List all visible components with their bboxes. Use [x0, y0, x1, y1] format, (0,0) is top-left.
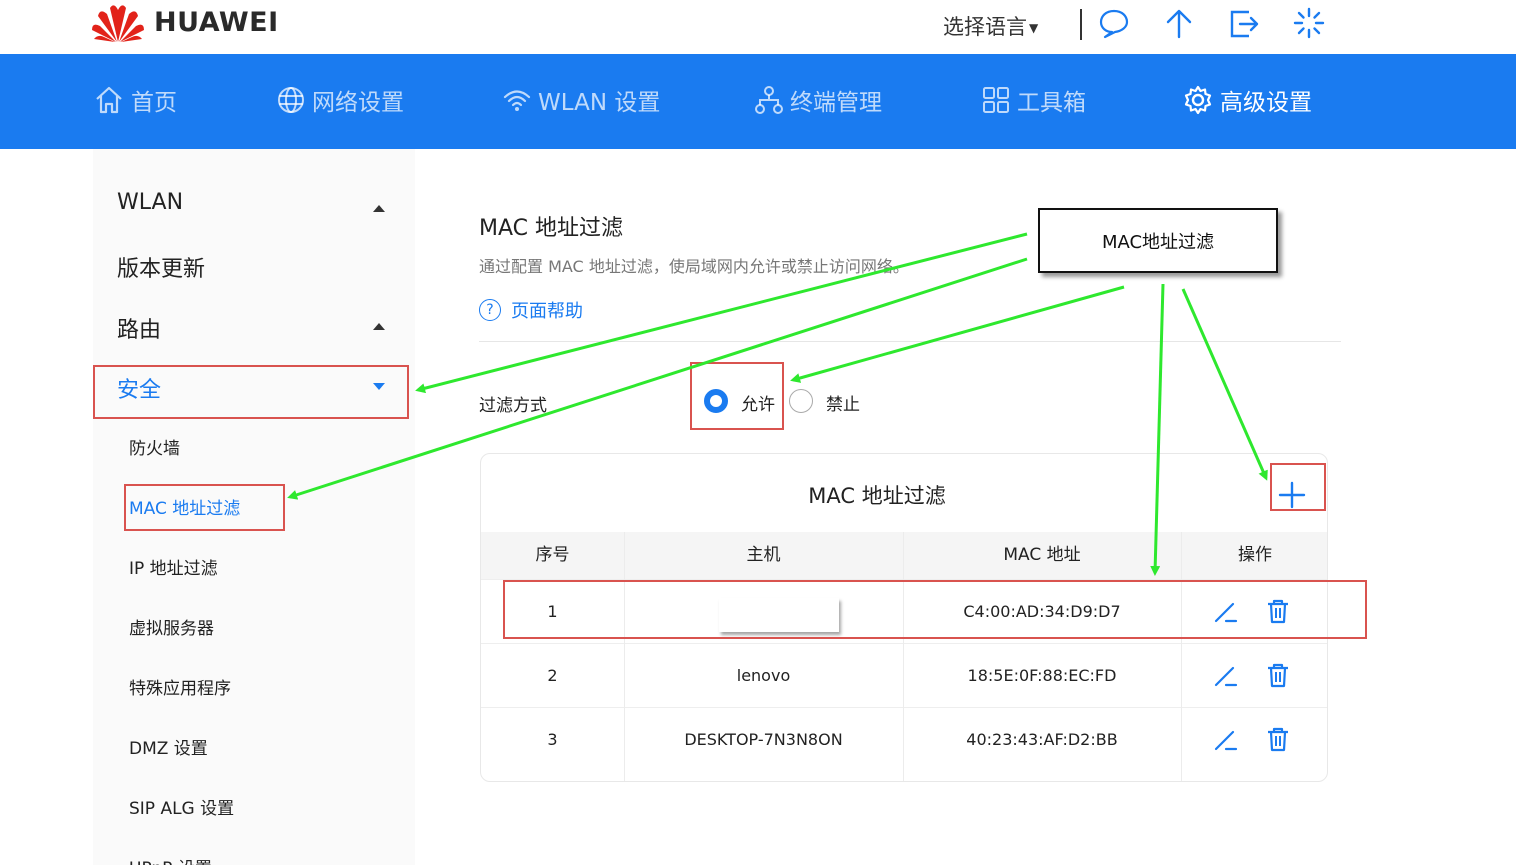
nav-item-network[interactable]: 网络设置	[276, 82, 404, 118]
column-divider	[903, 532, 904, 781]
row-host: DESKTOP-7N3N8ON	[684, 730, 843, 749]
sidebar-sub-dmz[interactable]: DMZ 设置	[129, 734, 208, 759]
row-index: 3	[547, 730, 558, 749]
highlight-mac-filter	[124, 484, 285, 531]
sidebar-sub-ip-filter[interactable]: IP 地址过滤	[129, 554, 218, 579]
column-divider	[1181, 532, 1182, 781]
callout-text: MAC地址过滤	[1101, 231, 1215, 253]
column-header: 主机	[746, 545, 781, 565]
table-header: 序号 主机 MAC 地址 操作	[481, 532, 1327, 579]
column-header: 操作	[1238, 545, 1272, 565]
language-select[interactable]: 选择语言 ▼	[943, 11, 1038, 41]
nav-label: WLAN 设置	[538, 90, 661, 116]
header-divider	[1080, 9, 1082, 40]
logout-icon[interactable]	[1227, 6, 1261, 40]
top-bar: HUAWEI 选择语言 ▼	[0, 0, 1516, 54]
wifi-icon	[503, 90, 531, 111]
help-label: 页面帮助	[511, 301, 583, 322]
sidebar-item-label: WLAN	[117, 190, 184, 215]
main-nav: 首页 网络设置 WLAN 设置 终端管理 工具箱 高级设置	[0, 54, 1516, 149]
nav-label: 网络设置	[312, 90, 404, 116]
grid-icon	[983, 87, 1009, 113]
nav-item-home[interactable]: 首页	[93, 82, 177, 118]
sidebar-item-wlan[interactable]: WLAN	[117, 190, 183, 215]
gear-icon	[1184, 85, 1212, 115]
sidebar-sub-firewall[interactable]: 防火墙	[129, 434, 180, 459]
row-actions	[1213, 662, 1317, 688]
language-label: 选择语言	[943, 15, 1027, 39]
row-actions	[1213, 726, 1317, 752]
caret-up-icon[interactable]	[373, 205, 385, 212]
globe-icon	[278, 87, 304, 113]
column-header: MAC 地址	[1003, 545, 1081, 565]
row-mac: 40:23:43:AF:D2:BB	[966, 730, 1118, 749]
sidebar-sub-sip-alg[interactable]: SIP ALG 设置	[129, 794, 234, 819]
sidebar-sub-special-apps[interactable]: 特殊应用程序	[129, 674, 231, 699]
table-row: 3 DESKTOP-7N3N8ON 40:23:43:AF:D2:BB	[481, 707, 1327, 771]
loading-icon[interactable]	[1292, 6, 1326, 40]
huawei-flower-icon	[92, 5, 144, 42]
home-icon	[96, 86, 122, 114]
nav-item-devices[interactable]: 终端管理	[754, 82, 882, 118]
page-description: 通过配置 MAC 地址过滤，使局域网内允许或禁止访问网络。	[479, 257, 909, 276]
nav-label: 高级设置	[1220, 90, 1312, 116]
highlight-row	[503, 580, 1367, 639]
nav-label: 终端管理	[790, 90, 882, 116]
sidebar-item-firmware-update[interactable]: 版本更新	[117, 251, 205, 283]
sidebar-sub-upnp[interactable]: UPnP 设置	[129, 854, 212, 865]
annotation-callout: MAC地址过滤	[1038, 208, 1278, 273]
sidebar-item-label: 路由	[117, 318, 162, 343]
highlight-security	[93, 365, 409, 419]
upload-icon[interactable]	[1162, 6, 1196, 40]
caret-down-icon: ▼	[1029, 21, 1039, 35]
radio-deny[interactable]	[789, 389, 813, 413]
highlight-add	[1270, 463, 1326, 511]
nav-label: 工具箱	[1017, 90, 1086, 116]
sidebar-item-routing[interactable]: 路由	[117, 312, 161, 344]
row-host: lenovo	[736, 666, 791, 685]
page-title: MAC 地址过滤	[479, 216, 623, 241]
chat-icon[interactable]	[1097, 6, 1131, 40]
divider	[479, 341, 1341, 342]
column-header: 序号	[535, 545, 570, 565]
filter-mode-label: 过滤方式	[479, 396, 547, 416]
edit-icon[interactable]	[1213, 662, 1239, 688]
caret-up-icon[interactable]	[373, 323, 385, 330]
page-help-link[interactable]: ? 页面帮助	[479, 297, 583, 323]
highlight-allow	[690, 362, 784, 430]
table-title: MAC 地址过滤	[808, 484, 946, 508]
radio-deny-label[interactable]: 禁止	[826, 390, 860, 415]
column-divider	[624, 532, 625, 781]
nav-item-toolbox[interactable]: 工具箱	[981, 82, 1086, 118]
delete-icon[interactable]	[1265, 726, 1291, 752]
huawei-logo[interactable]: HUAWEI	[90, 0, 279, 44]
sidebar-sub-virtual-server[interactable]: 虚拟服务器	[129, 614, 214, 639]
delete-icon[interactable]	[1265, 662, 1291, 688]
row-mac: 18:5E:0F:88:EC:FD	[967, 666, 1117, 685]
sidebar-item-label: 版本更新	[117, 257, 206, 282]
nav-item-wlan[interactable]: WLAN 设置	[502, 82, 660, 118]
nav-item-advanced[interactable]: 高级设置	[1182, 82, 1312, 118]
row-index: 2	[547, 666, 558, 685]
brand-name: HUAWEI	[154, 6, 279, 38]
devices-icon	[755, 86, 783, 114]
table-row: 2 lenovo 18:5E:0F:88:EC:FD	[481, 643, 1327, 707]
edit-icon[interactable]	[1213, 726, 1239, 752]
nav-label: 首页	[131, 90, 177, 116]
help-icon: ?	[479, 299, 501, 321]
